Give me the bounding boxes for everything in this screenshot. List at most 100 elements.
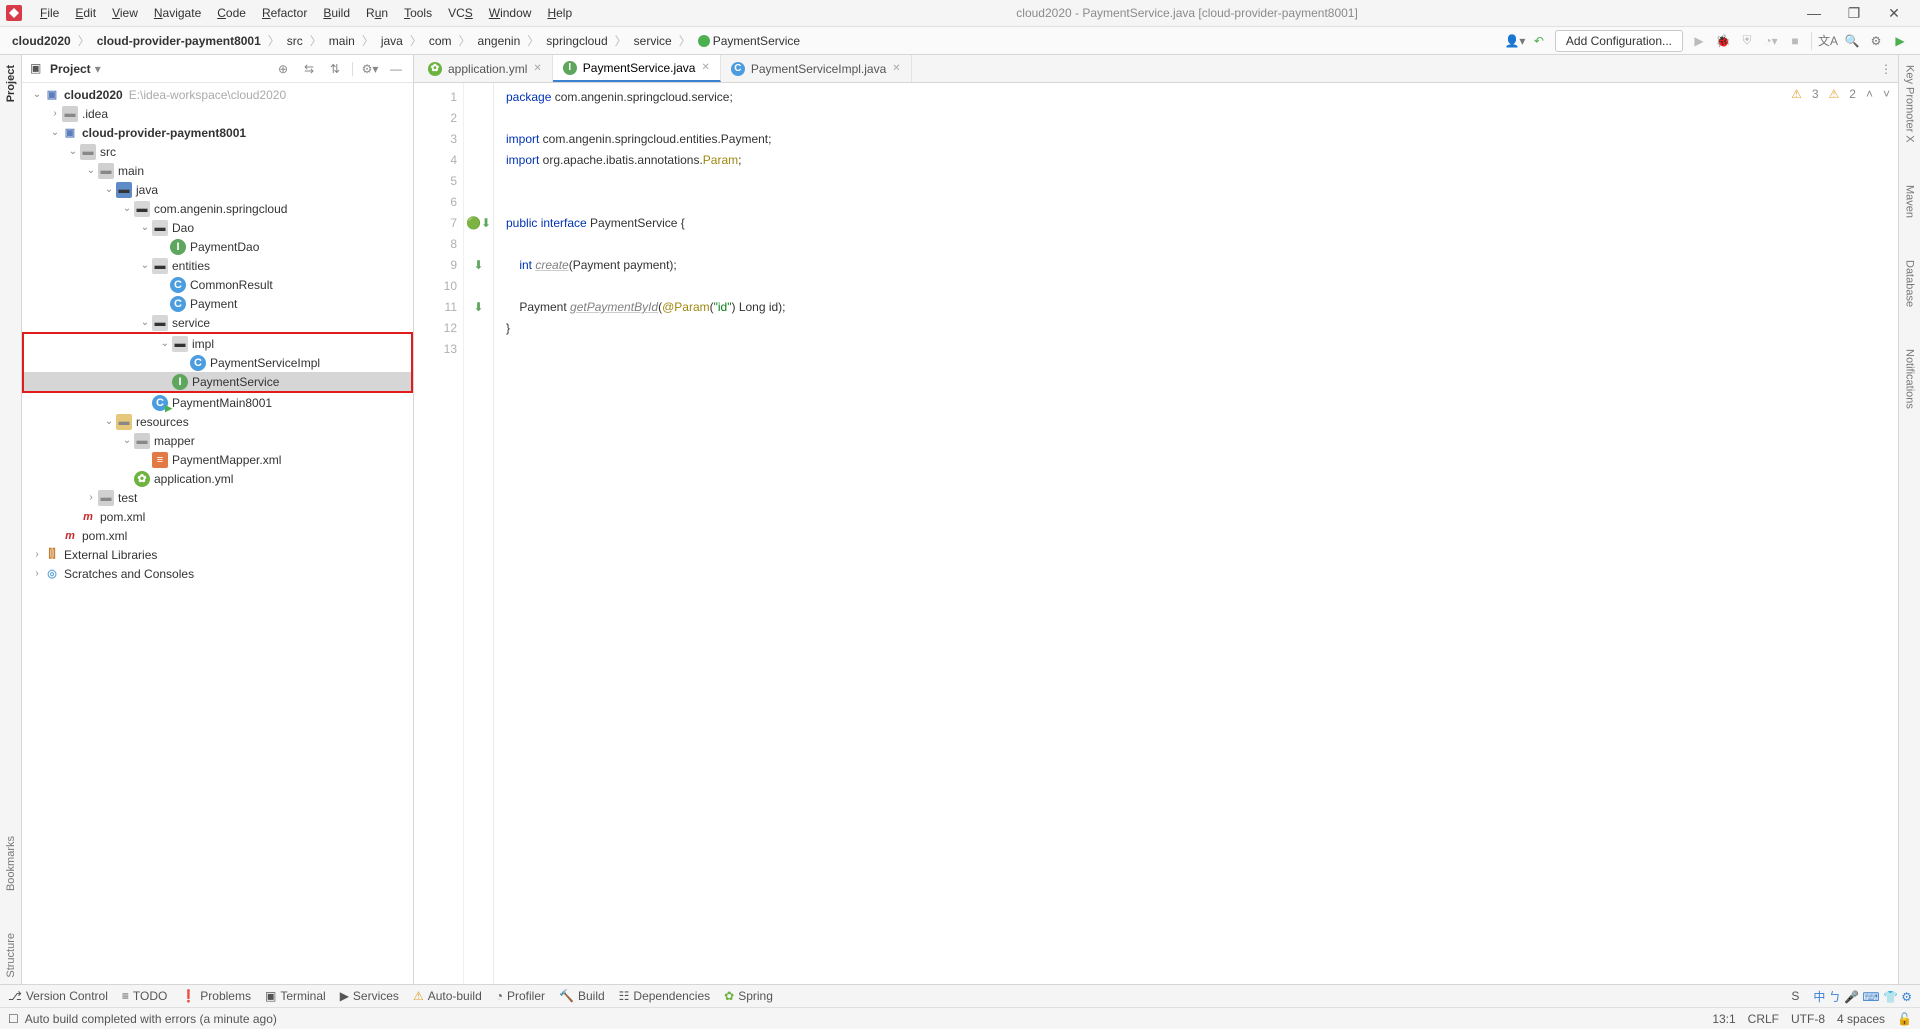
tool-problems[interactable]: ❗ Problems (181, 989, 251, 1003)
tab-paymentservice[interactable]: IPaymentService.java✕ (553, 55, 721, 82)
tree-settings-icon[interactable]: ⚙▾ (361, 62, 379, 76)
status-icon[interactable]: ☐ (8, 1012, 19, 1026)
crumb-9[interactable]: PaymentService (694, 32, 804, 50)
menu-code[interactable]: Code (209, 6, 254, 20)
line-separator[interactable]: CRLF (1748, 1012, 1779, 1026)
menu-navigate[interactable]: Navigate (146, 6, 209, 20)
tree-main[interactable]: ⌄▬main (22, 161, 413, 180)
tool-dependencies[interactable]: ☷ Dependencies (619, 989, 711, 1003)
ime-icon[interactable]: S (1791, 989, 1799, 1003)
menu-vcs[interactable]: VCS (440, 6, 481, 20)
crumb-2[interactable]: src (283, 32, 307, 50)
user-icon[interactable]: 👤▾ (1503, 30, 1527, 52)
tree-pom2[interactable]: mpom.xml (22, 526, 413, 545)
menu-build[interactable]: Build (315, 6, 358, 20)
run-icon[interactable]: ▶ (1687, 30, 1711, 52)
ime-toolbar[interactable]: 中 ㄅ 🎤 ⌨ 👕 ⚙ (1813, 988, 1912, 1005)
tree-commonresult[interactable]: CCommonResult (22, 275, 413, 294)
left-tab-structure[interactable]: Structure (5, 927, 17, 984)
right-tab-keypromoter[interactable]: Key Promoter X (1904, 59, 1916, 149)
indent[interactable]: 4 spaces (1837, 1012, 1885, 1026)
search-icon[interactable]: 🔍 (1840, 30, 1864, 52)
tab-paymentserviceimpl[interactable]: CPaymentServiceImpl.java✕ (721, 55, 912, 82)
tree-entities[interactable]: ⌄▬entities (22, 256, 413, 275)
menu-run[interactable]: Run (358, 6, 396, 20)
tree-paymentmapperxml[interactable]: ≡PaymentMapper.xml (22, 450, 413, 469)
menu-view[interactable]: View (104, 6, 146, 20)
settings-icon[interactable]: ⚙ (1864, 30, 1888, 52)
tab-more-icon[interactable]: ⋮ (1874, 55, 1898, 82)
tree-test[interactable]: ›▬test (22, 488, 413, 507)
tree-appyml[interactable]: ✿application.yml (22, 469, 413, 488)
tree-resources[interactable]: ⌄▬resources (22, 412, 413, 431)
collapse-icon[interactable]: ⇅ (326, 62, 344, 76)
encoding[interactable]: UTF-8 (1791, 1012, 1825, 1026)
chevron-down-icon[interactable]: ˅ (1883, 87, 1890, 101)
tree-scratches[interactable]: ›◎Scratches and Consoles (22, 564, 413, 583)
inspection-widget[interactable]: ⚠3 ⚠2 ˄ ˅ (1791, 87, 1890, 101)
close-icon[interactable]: ✕ (533, 63, 541, 74)
menu-file[interactable]: File (32, 6, 67, 20)
tab-application-yml[interactable]: ✿application.yml✕ (418, 55, 553, 82)
play-store-icon[interactable]: ▶ (1888, 30, 1912, 52)
tree-payment[interactable]: CPayment (22, 294, 413, 313)
code-editor[interactable]: 12345678910111213 🟢⬇ ⬇ ⬇ package com.ang… (414, 83, 1898, 984)
debug-icon[interactable]: 🐞 (1711, 30, 1735, 52)
crumb-0[interactable]: cloud2020 (8, 32, 75, 50)
chevron-up-icon[interactable]: ˄ (1866, 87, 1873, 101)
tree-paymentmain[interactable]: C▶PaymentMain8001 (22, 393, 413, 412)
tool-spring[interactable]: ✿ Spring (724, 989, 773, 1003)
left-tab-bookmarks[interactable]: Bookmarks (5, 830, 17, 897)
tool-build[interactable]: 🔨 Build (559, 989, 605, 1003)
project-dropdown-icon[interactable]: ▾ (95, 62, 101, 76)
code-body[interactable]: package com.angenin.springcloud.service;… (494, 83, 786, 984)
tool-profiler[interactable]: ◔ Profiler (496, 989, 545, 1003)
hide-panel-icon[interactable]: — (387, 62, 405, 76)
stop-icon[interactable]: ■ (1783, 30, 1807, 52)
readonly-lock-icon[interactable]: 🔓 (1897, 1012, 1912, 1026)
tree-paymentservice[interactable]: IPaymentService (24, 372, 411, 391)
menu-tools[interactable]: Tools (396, 6, 440, 20)
tree-dao[interactable]: ⌄▬Dao (22, 218, 413, 237)
tree-extlib[interactable]: ›⫿⫿External Libraries (22, 545, 413, 564)
minimize-button[interactable]: — (1794, 0, 1834, 27)
tree-root[interactable]: ⌄▣cloud2020E:\idea-workspace\cloud2020 (22, 85, 413, 104)
tree-paymentdao[interactable]: IPaymentDao (22, 237, 413, 256)
left-tab-project[interactable]: Project (5, 59, 17, 108)
right-tab-database[interactable]: Database (1904, 254, 1916, 313)
caret-position[interactable]: 13:1 (1712, 1012, 1735, 1026)
tree-pom1[interactable]: mpom.xml (22, 507, 413, 526)
crumb-8[interactable]: service (630, 32, 676, 50)
close-icon[interactable]: ✕ (701, 62, 709, 73)
coverage-icon[interactable]: ⛨ (1735, 30, 1759, 52)
crumb-3[interactable]: main (325, 32, 359, 50)
add-configuration-button[interactable]: Add Configuration... (1555, 30, 1683, 52)
tree-mapper[interactable]: ⌄▬mapper (22, 431, 413, 450)
tool-services[interactable]: ▶ Services (340, 989, 399, 1003)
menu-help[interactable]: Help (539, 6, 580, 20)
translate-icon[interactable]: 文A (1816, 30, 1840, 52)
tool-todo[interactable]: ≡ TODO (122, 989, 167, 1003)
tool-version-control[interactable]: ⎇ Version Control (8, 989, 108, 1003)
crumb-5[interactable]: com (425, 32, 456, 50)
implemented-icon[interactable]: 🟢⬇ (466, 216, 491, 230)
tree-impl[interactable]: ⌄▬impl (24, 334, 411, 353)
close-button[interactable]: ✕ (1874, 0, 1914, 27)
menu-window[interactable]: Window (481, 6, 540, 20)
menu-refactor[interactable]: Refactor (254, 6, 315, 20)
project-tree[interactable]: ⌄▣cloud2020E:\idea-workspace\cloud2020 ›… (22, 83, 413, 984)
tree-src[interactable]: ⌄▬src (22, 142, 413, 161)
tool-autobuild[interactable]: ⚠ Auto-build (413, 989, 482, 1003)
tree-module[interactable]: ⌄▣cloud-provider-payment8001 (22, 123, 413, 142)
tree-java[interactable]: ⌄▬java (22, 180, 413, 199)
crumb-7[interactable]: springcloud (542, 32, 611, 50)
crumb-1[interactable]: cloud-provider-payment8001 (93, 32, 265, 50)
project-title[interactable]: Project (50, 62, 91, 76)
right-tab-notifications[interactable]: Notifications (1904, 343, 1916, 415)
expand-icon[interactable]: ⇆ (300, 62, 318, 76)
implemented-icon[interactable]: ⬇ (473, 300, 483, 314)
tree-paymentserviceimpl[interactable]: CPaymentServiceImpl (24, 353, 411, 372)
profile-icon[interactable]: ◔▾ (1759, 30, 1783, 52)
menu-edit[interactable]: Edit (67, 6, 104, 20)
implemented-icon[interactable]: ⬇ (473, 258, 483, 272)
